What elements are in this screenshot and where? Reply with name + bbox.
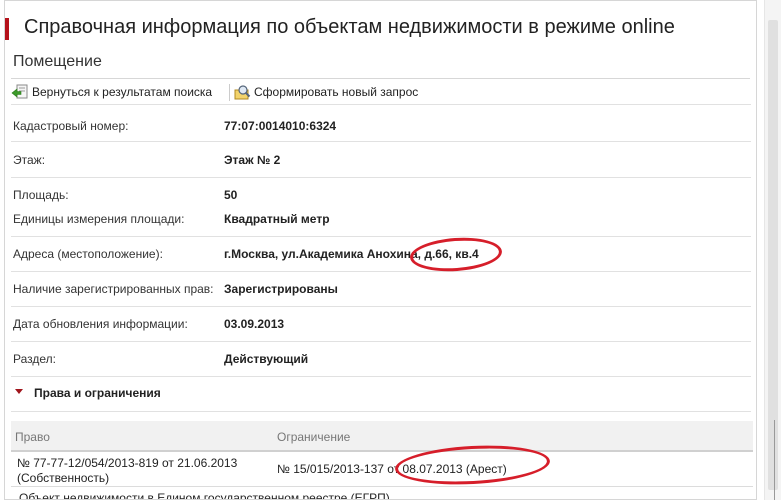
scroll-indicator-line xyxy=(774,420,775,500)
footer-text: Объект недвижимости в Едином государстве… xyxy=(19,491,390,500)
toolbar-separator xyxy=(229,84,230,101)
info-label: Адреса (местоположение): xyxy=(13,247,163,261)
divider xyxy=(11,104,751,105)
info-value: 03.09.2013 xyxy=(224,317,285,331)
title-accent-bar xyxy=(5,18,9,40)
info-label: Кадастровый номер: xyxy=(13,119,129,133)
collapse-triangle-icon xyxy=(15,389,23,394)
column-header-right: Право xyxy=(15,430,50,444)
info-value: 77:07:0014010:6324 xyxy=(224,119,337,133)
divider xyxy=(11,177,751,178)
divider xyxy=(11,306,751,307)
divider xyxy=(11,271,751,272)
info-label: Единицы измерения площади: xyxy=(13,212,185,226)
back-to-results-button[interactable]: Вернуться к результатам поиска xyxy=(11,81,212,103)
new-request-button[interactable]: Сформировать новый запрос xyxy=(233,81,418,103)
main-panel: Справочная информация по объектам недвиж… xyxy=(4,0,757,500)
rights-table-header: Право Ограничение xyxy=(11,421,753,452)
divider xyxy=(11,141,751,142)
divider xyxy=(11,78,750,79)
info-value: Зарегистрированы xyxy=(224,282,338,296)
right-type: (Собственность) xyxy=(17,471,110,485)
info-label: Наличие зарегистрированных прав: xyxy=(13,282,214,296)
divider xyxy=(11,486,753,487)
vertical-scrollbar[interactable] xyxy=(764,0,781,500)
toolbar: Вернуться к результатам поиска Сформиров… xyxy=(5,81,756,103)
info-label: Этаж: xyxy=(13,153,46,167)
table-row: № 77-77-12/054/2013-819 от 21.06.2013 (С… xyxy=(11,452,753,489)
divider xyxy=(11,411,751,412)
right-record-line: № 77-77-12/054/2013-819 от 21.06.2013 xyxy=(17,456,238,470)
restriction-record: № 15/015/2013-137 от 08.07.2013 (Арест) xyxy=(277,462,507,476)
back-to-results-label: Вернуться к результатам поиска xyxy=(32,85,213,99)
object-type-heading: Помещение xyxy=(13,53,102,70)
title-bar: Справочная информация по объектам недвиж… xyxy=(5,10,756,46)
info-label: Площадь: xyxy=(13,188,69,202)
rights-section-title: Права и ограничения xyxy=(34,386,161,400)
info-value: Квадратный метр xyxy=(224,212,330,226)
back-arrow-icon xyxy=(11,83,29,101)
info-value: г.Москва, ул.Академика Анохина, д.66, кв… xyxy=(224,247,479,261)
column-header-restriction: Ограничение xyxy=(277,430,351,444)
info-label: Дата обновления информации: xyxy=(13,317,188,331)
info-value: Этаж № 2 xyxy=(224,153,281,167)
new-search-icon xyxy=(233,83,251,101)
divider xyxy=(11,236,751,237)
rights-section-toggle[interactable]: Права и ограничения xyxy=(5,377,756,407)
divider xyxy=(11,341,751,342)
new-request-label: Сформировать новый запрос xyxy=(254,85,419,99)
page-title: Справочная информация по объектам недвиж… xyxy=(24,16,675,38)
scrollbar-thumb[interactable] xyxy=(768,20,778,490)
info-label: Раздел: xyxy=(13,352,56,366)
info-value: 50 xyxy=(224,188,238,202)
info-value: Действующий xyxy=(224,352,309,366)
